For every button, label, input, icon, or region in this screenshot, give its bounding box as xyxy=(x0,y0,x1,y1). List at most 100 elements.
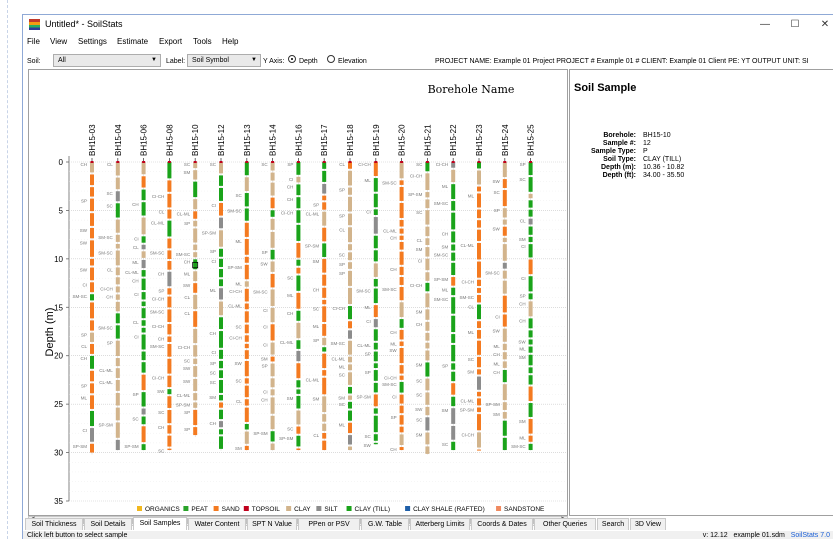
soil-symbol-label: SM-SC xyxy=(98,235,113,240)
soil-sample-segment xyxy=(373,442,378,445)
tab-atterberg-limits[interactable]: Atterberg Limits xyxy=(410,518,470,530)
tab-spt-n-value[interactable]: SPT N Value xyxy=(247,518,297,530)
soil-sample-segment xyxy=(141,416,146,425)
soil-symbol-label: SC xyxy=(339,252,346,257)
menu-file[interactable]: File xyxy=(27,37,40,46)
yaxis-label: Y Axis: xyxy=(263,58,285,65)
soil-sample-segment xyxy=(373,193,378,208)
soil-sample-segment xyxy=(244,303,249,310)
soil-sample-segment xyxy=(477,356,481,368)
menu-view[interactable]: View xyxy=(50,37,67,46)
soil-sample-segment xyxy=(451,334,456,343)
soil-symbol-label: SC xyxy=(287,276,294,281)
soil-symbol-label: CL-ML xyxy=(280,340,294,345)
close-button[interactable]: ✕ xyxy=(811,17,833,33)
status-product-link[interactable]: SoilStats 7.0 xyxy=(791,532,830,539)
tab-coords-dates[interactable]: Coords & Dates xyxy=(471,518,533,530)
soil-sample-segment xyxy=(528,293,533,300)
tab-g-w-table[interactable]: G.W. Table xyxy=(361,518,409,530)
soil-sample-segment xyxy=(477,330,481,339)
radio-depth[interactable] xyxy=(288,55,296,63)
menu-help[interactable]: Help xyxy=(222,37,238,46)
soil-symbol-label: SC xyxy=(184,359,191,364)
soil-symbol-label: SM-SC xyxy=(253,289,268,294)
soil-sample-segment xyxy=(244,238,249,255)
soil-symbol-label: SW xyxy=(183,366,191,371)
maximize-button[interactable]: ☐ xyxy=(781,17,809,33)
tab-soil-thickness[interactable]: Soil Thickness xyxy=(25,518,83,530)
soil-symbol-label: CI xyxy=(134,236,139,241)
radio-elevation[interactable] xyxy=(327,55,335,63)
soil-sample-segment xyxy=(296,210,301,223)
soil-select[interactable]: All ▼ xyxy=(53,54,161,67)
soil-sample-segment xyxy=(219,409,223,420)
soil-sample-segment xyxy=(219,436,223,449)
soil-sample-segment xyxy=(348,356,352,363)
soil-sample-segment xyxy=(373,235,378,249)
soil-sample-segment xyxy=(451,231,456,243)
soil-sample-segment xyxy=(451,396,456,407)
soil-sample-segment xyxy=(425,226,430,237)
soil-symbol-label: ML xyxy=(442,288,449,293)
soil-symbol-label: CL-ML xyxy=(177,211,191,216)
borehole-chart[interactable]: Borehole Name Depth (m) 0 5 10 15 20 25 30 35 BH15… xyxy=(29,70,567,515)
soil-sample-segment xyxy=(90,240,94,257)
soil-symbol-label: CL-ML xyxy=(383,229,397,234)
soil-symbol-label: SP xyxy=(313,338,319,343)
soil-sample-segment xyxy=(425,162,430,172)
soil-sample-segment xyxy=(451,169,456,183)
soil-sample-segment xyxy=(348,213,352,226)
tab-water-content[interactable]: Water Content xyxy=(188,518,246,530)
soil-sample-segment xyxy=(219,230,223,247)
tab-ppen-or-psv[interactable]: PPen or PSV xyxy=(298,518,360,530)
label-select[interactable]: Soil Symbol ▼ xyxy=(187,54,261,67)
borehole-name: BH15-23 xyxy=(475,124,484,156)
soil-sample-segment xyxy=(373,370,378,381)
soil-sample-segment xyxy=(451,262,456,275)
y-tick-label: 5 xyxy=(59,206,64,215)
soil-sample-segment xyxy=(373,415,378,433)
soil-sample-segment xyxy=(296,426,301,434)
toolbar: Soil: All ▼ Label: Soil Symbol ▼ Y Axis:… xyxy=(23,51,833,69)
menu-tools[interactable]: Tools xyxy=(193,37,212,46)
soil-sample-segment xyxy=(477,304,481,320)
tab-search[interactable]: Search xyxy=(597,518,629,530)
menu-settings[interactable]: Settings xyxy=(78,37,107,46)
menu-estimate[interactable]: Estimate xyxy=(117,37,148,46)
soil-sample-segment xyxy=(477,229,481,241)
sample-field-key: Sample #: xyxy=(602,140,636,147)
menu-export[interactable]: Export xyxy=(159,37,182,46)
soil-sample-segment xyxy=(270,273,275,288)
soil-sample-segment xyxy=(528,419,533,434)
soil-symbol-label: SC xyxy=(339,402,346,407)
soil-sample-segment xyxy=(270,389,275,396)
soil-sample-segment xyxy=(296,322,301,339)
borehole-name: BH15-10 xyxy=(191,124,200,156)
soil-symbol-label: SC xyxy=(365,434,372,439)
soil-symbol-label: SW xyxy=(235,361,243,366)
chevron-down-icon: ▼ xyxy=(251,57,257,63)
soil-sample-segment xyxy=(167,261,172,270)
soil-sample-segment xyxy=(477,376,481,390)
legend-swatch xyxy=(243,506,249,511)
soil-symbol-label: SP xyxy=(287,162,293,167)
soil-symbol-label: CL-ML xyxy=(306,212,320,217)
minimize-button[interactable]: — xyxy=(751,17,779,33)
soil-symbol-label: CH xyxy=(210,421,217,426)
soil-sample-segment xyxy=(348,270,352,286)
tab-soil-samples[interactable]: Soil Samples xyxy=(133,517,187,530)
soil-symbol-label: CL-ML xyxy=(99,380,113,385)
soil-sample-segment xyxy=(244,288,249,302)
soil-symbol-label: CI xyxy=(263,308,268,313)
tab-other-queries[interactable]: Other Queries xyxy=(534,518,596,530)
borehole-chart-panel[interactable]: Borehole Name Depth (m) 0 5 10 15 20 25 30 35 BH15… xyxy=(28,69,568,516)
soil-symbol-label: SP xyxy=(442,363,448,368)
soil-symbol-label: ML xyxy=(287,293,294,298)
soil-sample-segment xyxy=(373,329,378,341)
legend-swatch xyxy=(286,506,292,511)
tab-soil-details[interactable]: Soil Details xyxy=(84,518,132,530)
tab-3d-view[interactable]: 3D View xyxy=(630,518,666,530)
soil-sample-segment xyxy=(477,398,481,406)
soil-sample-segment xyxy=(399,434,404,445)
soil-sample-segment xyxy=(244,256,249,263)
